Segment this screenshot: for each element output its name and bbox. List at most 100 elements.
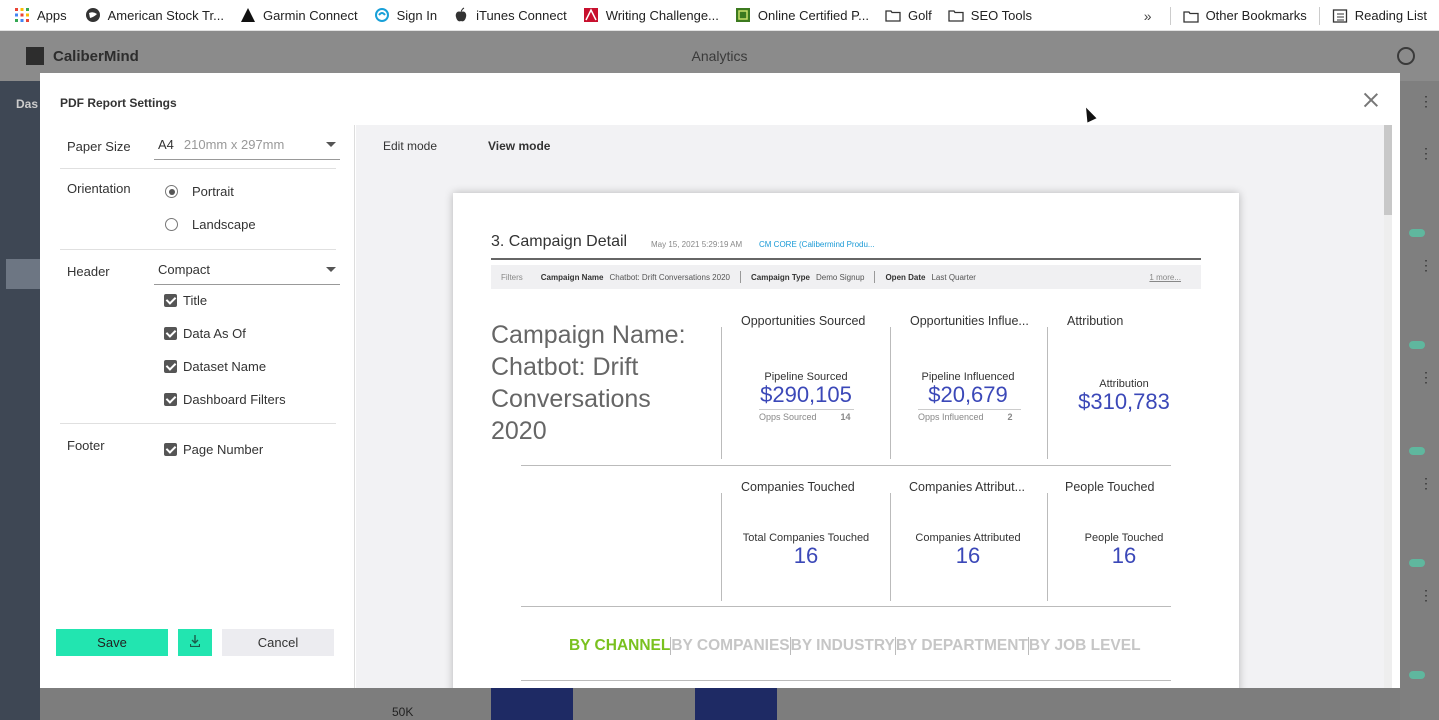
toggle-icon[interactable]	[1409, 447, 1425, 455]
radio-label: Portrait	[192, 184, 234, 199]
filter-separator	[874, 271, 876, 283]
tab-view-mode[interactable]: View mode	[488, 139, 550, 153]
section-divider	[521, 465, 1171, 466]
paper-size-value: A4	[158, 137, 174, 152]
bookmark-sign-in[interactable]: Sign In	[368, 0, 443, 31]
header-data-as-of-checkbox[interactable]: Data As Of	[164, 326, 246, 341]
background-chart	[325, 687, 1400, 720]
checkbox-checked-icon	[164, 393, 177, 406]
header-dashboard-filters-checkbox[interactable]: Dashboard Filters	[164, 392, 286, 407]
page-title-rule	[491, 258, 1201, 260]
kpi-divider	[721, 327, 722, 459]
reading-list-label: Reading List	[1354, 8, 1427, 23]
tab-by-channel[interactable]: BY CHANNEL	[569, 637, 670, 655]
bookmark-garmin-connect[interactable]: Garmin Connect	[234, 0, 364, 31]
bookmark-online-certified[interactable]: Online Certified P...	[729, 0, 875, 31]
more-options-icon[interactable]: ⋮	[1419, 258, 1433, 272]
page-title: 3. Campaign Detail	[491, 233, 628, 250]
toggle-icon[interactable]	[1409, 671, 1425, 679]
kpi-divider	[1047, 493, 1048, 601]
header-style-select[interactable]: Compact	[154, 255, 340, 285]
checkbox-label: Dataset Name	[183, 359, 267, 374]
kpi-value: $310,783	[1078, 389, 1170, 414]
chart-bar	[491, 687, 573, 720]
paper-size-dims: 210mm x 297mm	[183, 137, 285, 152]
save-button[interactable]: Save	[56, 629, 168, 656]
tab-by-job-level[interactable]: BY JOB LEVEL	[1029, 637, 1141, 655]
filter-value: Last Quarter	[931, 272, 976, 282]
filters-label: Filters	[501, 272, 523, 282]
toggle-icon[interactable]	[1409, 559, 1425, 567]
kpi-heading: Companies Touched	[741, 480, 855, 494]
orientation-portrait-radio[interactable]: Portrait	[165, 184, 234, 199]
kpi-sub-value: 14	[840, 412, 851, 422]
sidebar-item-active[interactable]	[6, 259, 40, 289]
reading-list-icon	[1332, 8, 1348, 24]
cancel-button[interactable]: Cancel	[222, 629, 334, 656]
toggle-icon[interactable]	[1409, 341, 1425, 349]
more-options-icon[interactable]: ⋮	[1419, 146, 1433, 160]
header-label: Header	[67, 264, 110, 279]
radio-unselected-icon	[165, 218, 178, 231]
bookmark-writing-challenge[interactable]: Writing Challenge...	[577, 0, 725, 31]
orientation-landscape-radio[interactable]: Landscape	[165, 217, 256, 232]
tab-by-industry[interactable]: BY INDUSTRY	[791, 637, 895, 655]
bookmarks-separator	[1169, 6, 1171, 25]
kpi-sub-label: Opps Influenced	[918, 412, 984, 422]
header-title-checkbox[interactable]: Title	[164, 293, 207, 308]
section-divider	[521, 606, 1171, 607]
checkbox-checked-icon	[164, 294, 177, 307]
chart-bar	[695, 687, 777, 720]
header-dataset-name-checkbox[interactable]: Dataset Name	[164, 359, 266, 374]
garmin-triangle-icon	[240, 7, 256, 23]
kpi-divider	[721, 493, 722, 601]
pdf-page: 3. Campaign Detail May 15, 2021 5:29:19 …	[453, 193, 1239, 688]
bookmarks-overflow-chevron[interactable]: »	[1144, 8, 1152, 24]
filter-separator	[739, 271, 741, 283]
certified-icon	[735, 7, 751, 23]
tab-edit-mode[interactable]: Edit mode	[383, 139, 437, 153]
section-divider	[521, 680, 1171, 681]
more-options-icon[interactable]: ⋮	[1419, 588, 1433, 602]
bookmark-american-stock[interactable]: American Stock Tr...	[79, 0, 230, 31]
download-button[interactable]	[178, 629, 212, 656]
user-avatar-icon[interactable]	[1397, 47, 1415, 65]
bookmark-label: Online Certified P...	[757, 7, 869, 23]
app-sidebar: Das	[0, 81, 40, 720]
apple-icon	[453, 7, 469, 23]
chevron-down-icon	[326, 267, 336, 272]
bookmark-label: Sign In	[396, 7, 438, 23]
bookmark-golf[interactable]: Golf	[879, 0, 938, 31]
pdf-report-settings-dialog: PDF Report Settings Paper Size A4 210mm …	[40, 73, 1400, 688]
orientation-label: Orientation	[67, 181, 131, 196]
dialog-title: PDF Report Settings	[60, 96, 177, 110]
more-options-icon[interactable]: ⋮	[1419, 94, 1433, 108]
close-icon[interactable]	[1364, 93, 1378, 107]
bookmark-itunes-connect[interactable]: iTunes Connect	[447, 0, 573, 31]
reading-list[interactable]: Reading List	[1326, 0, 1439, 31]
apps-grid-icon	[14, 7, 30, 23]
page-dataset-name: CM CORE (Calibermind Produ...	[759, 240, 875, 249]
bookmark-seo-tools[interactable]: SEO Tools	[942, 0, 1038, 31]
bookmarks-bar: Apps American Stock Tr... Garmin Connect…	[0, 0, 1439, 31]
kpi-value: $20,679	[928, 382, 1008, 407]
tab-by-department[interactable]: BY DEPARTMENT	[896, 637, 1028, 655]
paper-size-select[interactable]: A4 210mm x 297mm	[154, 130, 340, 160]
axis-tick-label: 50K	[392, 705, 414, 719]
preview-scrollbar[interactable]	[1384, 125, 1392, 688]
more-options-icon[interactable]: ⋮	[1419, 476, 1433, 490]
tab-by-companies[interactable]: BY COMPANIES	[671, 637, 789, 655]
filter-value: Demo Signup	[815, 272, 865, 282]
bookmark-apps[interactable]: Apps	[0, 0, 73, 31]
footer-label: Footer	[67, 438, 105, 453]
checkbox-label: Data As Of	[183, 326, 246, 341]
toggle-icon[interactable]	[1409, 229, 1425, 237]
radio-selected-icon	[165, 185, 178, 198]
kpi-value: 16	[793, 543, 819, 568]
scrollbar-thumb[interactable]	[1384, 125, 1392, 215]
chevron-down-icon	[326, 142, 336, 147]
footer-page-number-checkbox[interactable]: Page Number	[164, 442, 263, 457]
bookmark-other-bookmarks[interactable]: Other Bookmarks	[1177, 0, 1313, 31]
bookmarks-separator	[1318, 6, 1320, 25]
more-options-icon[interactable]: ⋮	[1419, 370, 1433, 384]
